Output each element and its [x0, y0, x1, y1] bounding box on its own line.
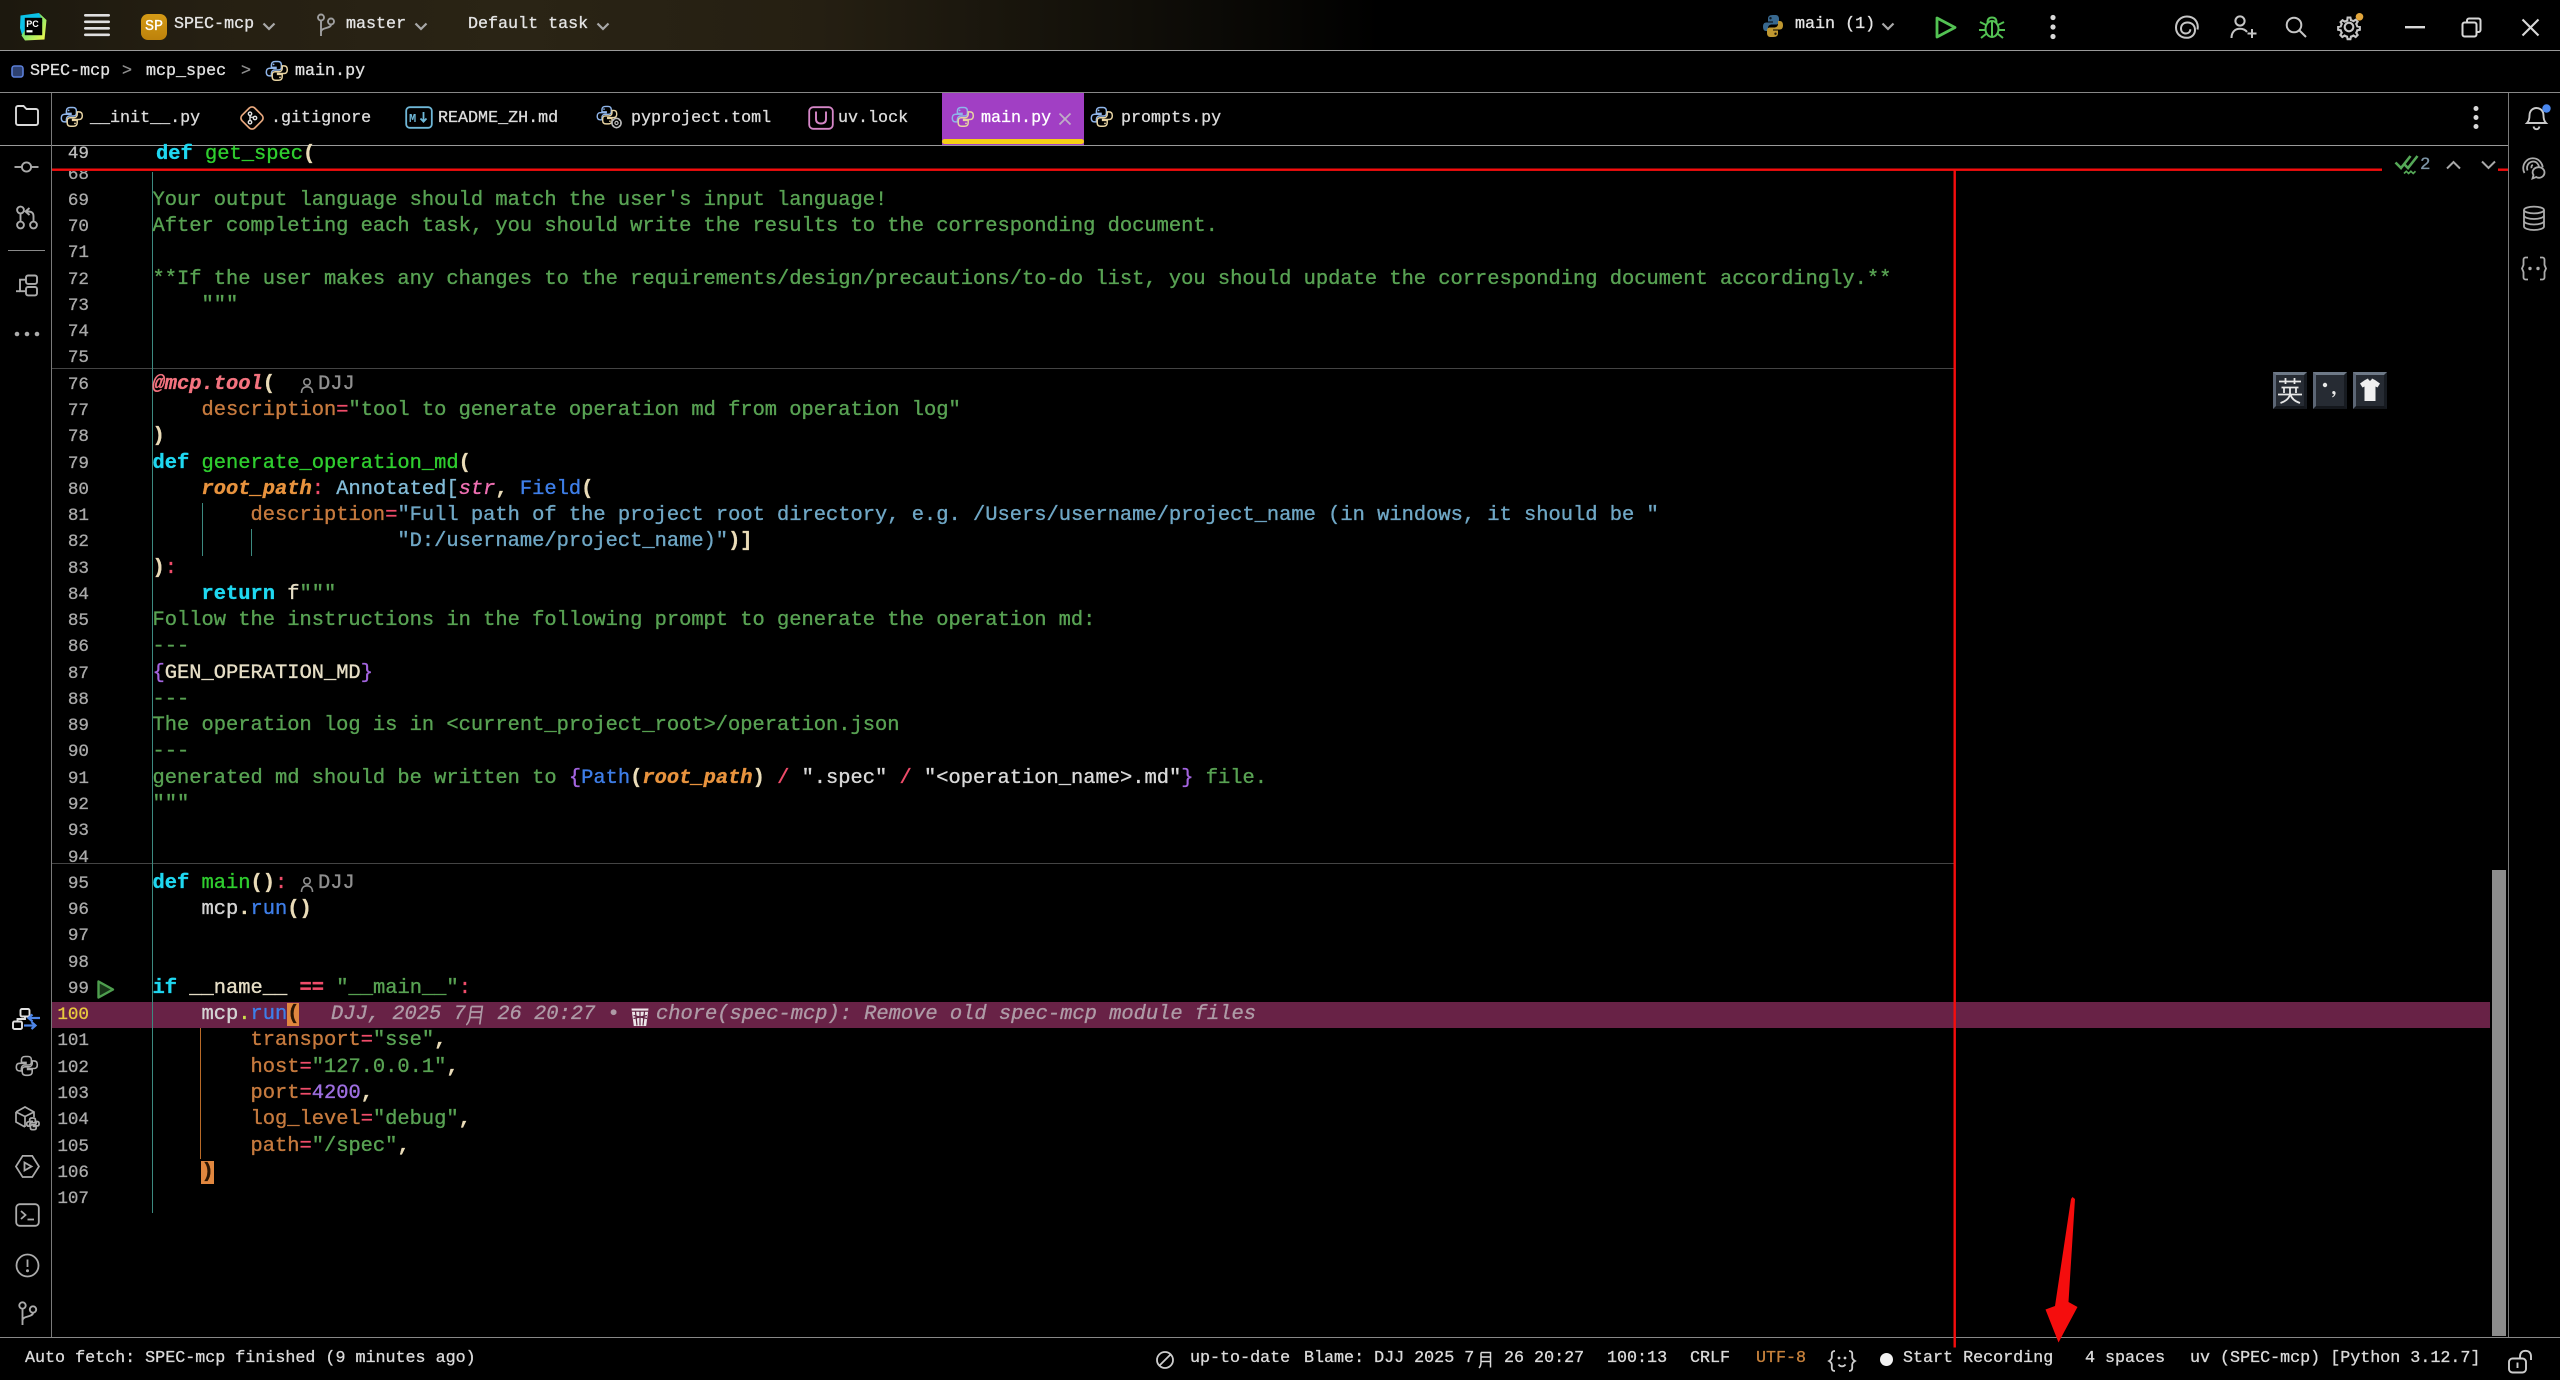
svg-text:PC: PC: [26, 19, 39, 29]
svg-text:M: M: [409, 112, 416, 126]
